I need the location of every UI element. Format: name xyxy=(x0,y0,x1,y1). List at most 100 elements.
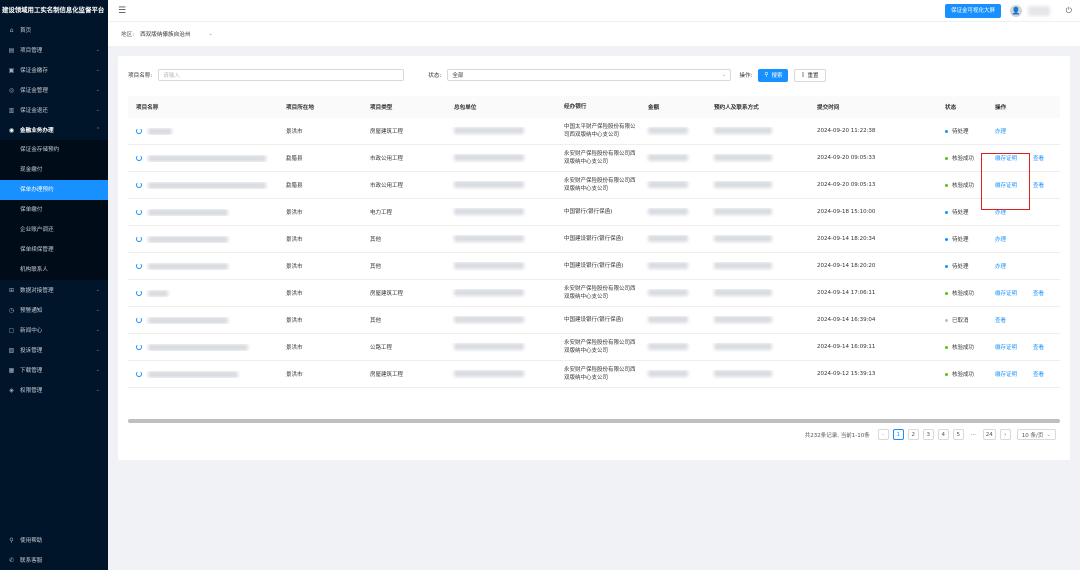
sidebar-item-help[interactable]: ⚲ 使用帮助 xyxy=(0,530,108,550)
page-button[interactable]: 5 xyxy=(952,429,964,440)
power-icon[interactable]: ⏻ xyxy=(1066,6,1072,16)
op-link-办理[interactable]: 办理 xyxy=(995,235,1006,243)
op-link-查看[interactable]: 查看 xyxy=(1033,154,1044,162)
amount-cell xyxy=(640,261,706,271)
status-cell: 核验成功 xyxy=(937,154,987,162)
type-cell: 其他 xyxy=(370,264,382,270)
column-header: 经办银行 xyxy=(564,104,587,110)
sidebar-item-data[interactable]: ⊞ 数据对接管理 ⌄ xyxy=(0,280,108,300)
project-name-redacted xyxy=(148,262,228,270)
project-name-redacted xyxy=(148,370,238,378)
prev-page-button[interactable]: ‹ xyxy=(877,429,889,440)
sidebar-subitem[interactable]: 保单办理预约 xyxy=(0,180,108,200)
project-name-cell xyxy=(128,208,278,216)
sidebar-item-news[interactable]: ▢ 新闻中心 ⌄ xyxy=(0,320,108,340)
chevron-down-icon: ⌄ xyxy=(208,31,213,37)
search-button[interactable]: ⚲ 搜索 xyxy=(758,68,789,82)
search-icon: ⚲ xyxy=(764,72,769,78)
status-select[interactable]: 全部 ⌄ xyxy=(447,69,732,81)
chevron-down-icon: ⌄ xyxy=(95,47,100,53)
amount-redacted xyxy=(648,369,688,377)
sidebar-item-complaint[interactable]: ▧ 投诉管理 ⌄ xyxy=(0,340,108,360)
contact-cell xyxy=(706,180,809,190)
manage-icon: ◎ xyxy=(8,86,15,94)
status-cell: 待处理 xyxy=(937,262,987,270)
location-cell: 景洪市 xyxy=(286,291,303,297)
sidebar-item-download[interactable]: ▦ 下载管理 ⌄ xyxy=(0,360,108,380)
op-link-缴存证明[interactable]: 缴存证明 xyxy=(995,370,1017,378)
page-button[interactable]: 4 xyxy=(937,429,949,440)
chevron-up-icon: ⌃ xyxy=(95,127,100,133)
sidebar-item-finance[interactable]: ◉ 金融业务办理 ⌃ xyxy=(0,120,108,140)
page-button[interactable]: 24 xyxy=(982,429,996,440)
status-cell: 核验成功 xyxy=(937,343,987,351)
op-link-查看[interactable]: 查看 xyxy=(1033,181,1044,189)
location-cell: 景洪市 xyxy=(286,129,303,135)
project-name-redacted xyxy=(148,127,172,135)
chevron-down-icon: ⌄ xyxy=(95,287,100,293)
visual-big-screen-button[interactable]: 保证金可视化大屏 xyxy=(944,4,1001,18)
sidebar-subitem[interactable]: 保单缴付 xyxy=(0,200,108,220)
sidebar-item-manage[interactable]: ◎ 保证金管理 ⌄ xyxy=(0,80,108,100)
project-name-cell xyxy=(128,316,278,324)
sidebar-item-permission[interactable]: ◈ 权限管理 ⌄ xyxy=(0,380,108,400)
project-name-redacted xyxy=(148,208,228,216)
contractor-cell xyxy=(446,180,556,190)
sidebar-subitem[interactable]: 保单续保管理 xyxy=(0,240,108,260)
bank-cell: 中国太平财产保险股份有限公司西双版纳中心支公司 xyxy=(564,124,636,138)
status-text: 核验成功 xyxy=(952,291,975,297)
page-ellipsis[interactable]: ··· xyxy=(967,429,979,440)
type-cell: 公路工程 xyxy=(370,345,393,351)
region-select[interactable]: 西双版纳傣族自治州 ⌄ xyxy=(140,30,213,38)
page-button[interactable]: 2 xyxy=(907,429,919,440)
sidebar-item-label: 保证金管理 xyxy=(20,88,48,94)
sidebar-item-project[interactable]: ▤ 项目管理 ⌄ xyxy=(0,40,108,60)
sidebar-subitem[interactable]: 现金缴付 xyxy=(0,160,108,180)
op-link-办理[interactable]: 办理 xyxy=(995,127,1006,135)
sidebar-subitem[interactable]: 企业账户调还 xyxy=(0,220,108,240)
location-cell: 勐腊县 xyxy=(286,156,303,162)
column-header: 操作 xyxy=(995,105,1007,111)
sidebar-item-service[interactable]: ✆ 联系客服 xyxy=(0,550,108,570)
menu-toggle-icon[interactable]: ☰ xyxy=(118,6,126,16)
project-name-input[interactable]: 请输入 xyxy=(158,69,405,81)
reset-button-label: 重置 xyxy=(807,73,819,79)
op-link-查看[interactable]: 查看 xyxy=(995,316,1006,324)
page-button[interactable]: 1 xyxy=(892,429,904,440)
contractor-cell xyxy=(446,261,556,271)
op-link-办理[interactable]: 办理 xyxy=(995,262,1006,270)
scrollbar-thumb[interactable] xyxy=(128,419,1060,423)
op-link-缴存证明[interactable]: 缴存证明 xyxy=(995,343,1017,351)
contractor-cell xyxy=(446,153,556,163)
status-text: 核验成功 xyxy=(952,183,975,189)
sidebar-item-deposit[interactable]: ▣ 保证金缴存 ⌄ xyxy=(0,60,108,80)
project-name-cell xyxy=(128,370,278,378)
page-button[interactable]: 3 xyxy=(922,429,934,440)
page-size-select[interactable]: 10 条/页 ⌄ xyxy=(1016,429,1056,440)
username[interactable] xyxy=(1028,6,1050,16)
sidebar-subitem[interactable]: 机构联系人 xyxy=(0,260,108,280)
sidebar-item-refund[interactable]: ▥ 保证金退还 ⌄ xyxy=(0,100,108,120)
sidebar-item-label: 联系客服 xyxy=(20,558,43,564)
op-link-缴存证明[interactable]: 缴存证明 xyxy=(995,289,1017,297)
sidebar-item-alert[interactable]: ◷ 预警通知 ⌄ xyxy=(0,300,108,320)
refund-icon: ▥ xyxy=(8,106,15,114)
next-page-button[interactable]: › xyxy=(999,429,1011,440)
contact-redacted xyxy=(714,342,772,350)
status-label: 状态: xyxy=(428,73,442,79)
sidebar-subitem[interactable]: 保证金存储预约 xyxy=(0,140,108,160)
horizontal-scrollbar[interactable] xyxy=(128,419,1060,423)
location-cell: 景洪市 xyxy=(286,210,303,216)
op-link-查看[interactable]: 查看 xyxy=(1033,343,1044,351)
op-link-查看[interactable]: 查看 xyxy=(1033,370,1044,378)
avatar[interactable]: 👤 xyxy=(1010,5,1022,17)
region-bar: 地区: 西双版纳傣族自治州 ⌄ xyxy=(108,22,1080,46)
region-label: 地区: xyxy=(121,32,135,38)
reset-button[interactable]: ▯ 重置 xyxy=(794,68,826,82)
chevron-down-icon: ⌄ xyxy=(1046,431,1051,438)
sidebar-item-label: 下载管理 xyxy=(20,368,43,374)
sidebar-item-home[interactable]: ⌂ 首页 xyxy=(0,20,108,40)
op-link-查看[interactable]: 查看 xyxy=(1033,289,1044,297)
amount-redacted xyxy=(648,315,688,323)
loading-icon xyxy=(136,182,142,188)
